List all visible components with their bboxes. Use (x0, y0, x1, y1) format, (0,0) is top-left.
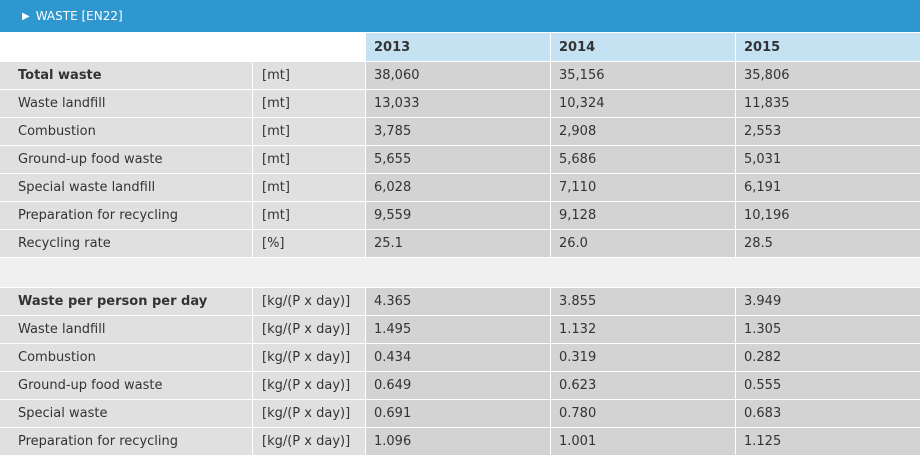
group-spacer (0, 258, 920, 288)
row-unit: [mt] (253, 202, 366, 230)
row-unit: [mt] (253, 118, 366, 146)
row-value-2015: 28.5 (736, 230, 920, 258)
row-value-2015: 0.683 (736, 400, 920, 428)
row-label: Special waste landfill (0, 174, 253, 202)
row-label: Waste per person per day (0, 288, 253, 316)
row-label: Special waste (0, 400, 253, 428)
row-unit: [kg/(P x day)] (253, 400, 366, 428)
table-row: Waste landfill [mt] 13,033 10,324 11,835 (0, 90, 920, 118)
row-value-2015: 2,553 (736, 118, 920, 146)
row-value-2013: 25.1 (366, 230, 551, 258)
row-label: Combustion (0, 118, 253, 146)
row-value-2014: 0.780 (551, 400, 736, 428)
row-unit: [kg/(P x day)] (253, 344, 366, 372)
table-row: Combustion [kg/(P x day)] 0.434 0.319 0.282 (0, 344, 920, 372)
row-value-2014: 10,324 (551, 90, 736, 118)
row-value-2013: 9,559 (366, 202, 551, 230)
row-label: Ground-up food waste (0, 372, 253, 400)
row-unit: [%] (253, 230, 366, 258)
row-value-2014: 0.623 (551, 372, 736, 400)
year-header-2014: 2014 (551, 33, 736, 62)
row-label: Waste landfill (0, 90, 253, 118)
row-value-2014: 0.319 (551, 344, 736, 372)
table-row: Total waste [mt] 38,060 35,156 35,806 (0, 62, 920, 90)
row-label: Waste landfill (0, 316, 253, 344)
table-row: Ground-up food waste [mt] 5,655 5,686 5,031 (0, 146, 920, 174)
row-value-2015: 10,196 (736, 202, 920, 230)
row-value-2013: 3,785 (366, 118, 551, 146)
row-value-2015: 3.949 (736, 288, 920, 316)
row-value-2015: 35,806 (736, 62, 920, 90)
row-value-2014: 26.0 (551, 230, 736, 258)
row-unit: [kg/(P x day)] (253, 428, 366, 456)
table-row: Special waste landfill [mt] 6,028 7,110 6,19… (0, 174, 920, 202)
row-value-2015: 0.282 (736, 344, 920, 372)
row-label: Total waste (0, 62, 253, 90)
row-value-2014: 7,110 (551, 174, 736, 202)
row-value-2014: 9,128 (551, 202, 736, 230)
row-value-2014: 3.855 (551, 288, 736, 316)
row-label: Preparation for recycling (0, 202, 253, 230)
section-toggle-header[interactable]: ▶ WASTE [EN22] (0, 0, 920, 33)
row-unit: [mt] (253, 62, 366, 90)
table-row: Recycling rate [%] 25.1 26.0 28.5 (0, 230, 920, 258)
table-row: Preparation for recycling [kg/(P x day)] 1… (0, 428, 920, 456)
row-value-2015: 0.555 (736, 372, 920, 400)
row-value-2013: 5,655 (366, 146, 551, 174)
year-header-2015: 2015 (736, 33, 920, 62)
row-value-2013: 0.649 (366, 372, 551, 400)
row-value-2014: 35,156 (551, 62, 736, 90)
row-label: Preparation for recycling (0, 428, 253, 456)
table-row: Preparation for recycling [mt] 9,559 9,128 1… (0, 202, 920, 230)
table-row: Waste landfill [kg/(P x day)] 1.495 1.132 1.… (0, 316, 920, 344)
waste-section: ▶ WASTE [EN22] 2013 2014 2015 Total wast… (0, 0, 920, 469)
row-value-2014: 5,686 (551, 146, 736, 174)
row-value-2014: 1.132 (551, 316, 736, 344)
row-value-2014: 2,908 (551, 118, 736, 146)
row-value-2013: 38,060 (366, 62, 551, 90)
row-value-2013: 1.495 (366, 316, 551, 344)
row-unit: [mt] (253, 174, 366, 202)
row-unit: [mt] (253, 146, 366, 174)
row-unit: [mt] (253, 90, 366, 118)
row-unit: [kg/(P x day)] (253, 372, 366, 400)
section-title: WASTE [EN22] (35, 9, 123, 23)
table-row: Waste per person per day [kg/(P x day)] 4.… (0, 288, 920, 316)
row-value-2015: 5,031 (736, 146, 920, 174)
row-value-2013: 4.365 (366, 288, 551, 316)
row-value-2013: 6,028 (366, 174, 551, 202)
header-empty-label (0, 33, 253, 62)
table-header-row: 2013 2014 2015 (0, 33, 920, 62)
year-header-2013: 2013 (366, 33, 551, 62)
table-row: Combustion [mt] 3,785 2,908 2,553 (0, 118, 920, 146)
row-value-2013: 0.691 (366, 400, 551, 428)
row-value-2013: 13,033 (366, 90, 551, 118)
row-unit: [kg/(P x day)] (253, 316, 366, 344)
row-label: Ground-up food waste (0, 146, 253, 174)
row-unit: [kg/(P x day)] (253, 288, 366, 316)
row-value-2015: 6,191 (736, 174, 920, 202)
header-empty-unit (253, 33, 366, 62)
row-value-2013: 0.434 (366, 344, 551, 372)
row-value-2015: 11,835 (736, 90, 920, 118)
row-value-2015: 1.305 (736, 316, 920, 344)
row-value-2013: 1.096 (366, 428, 551, 456)
table-row: Ground-up food waste [kg/(P x day)] 0.649 0… (0, 372, 920, 400)
row-label: Recycling rate (0, 230, 253, 258)
waste-table: 2013 2014 2015 Total waste [mt] 38,060 35,1… (0, 33, 920, 456)
table-row: Special waste [kg/(P x day)] 0.691 0.780 0.6… (0, 400, 920, 428)
row-label: Combustion (0, 344, 253, 372)
group-spacer-row (0, 258, 920, 288)
row-value-2015: 1.125 (736, 428, 920, 456)
triangle-right-icon: ▶ (22, 10, 30, 22)
row-value-2014: 1.001 (551, 428, 736, 456)
